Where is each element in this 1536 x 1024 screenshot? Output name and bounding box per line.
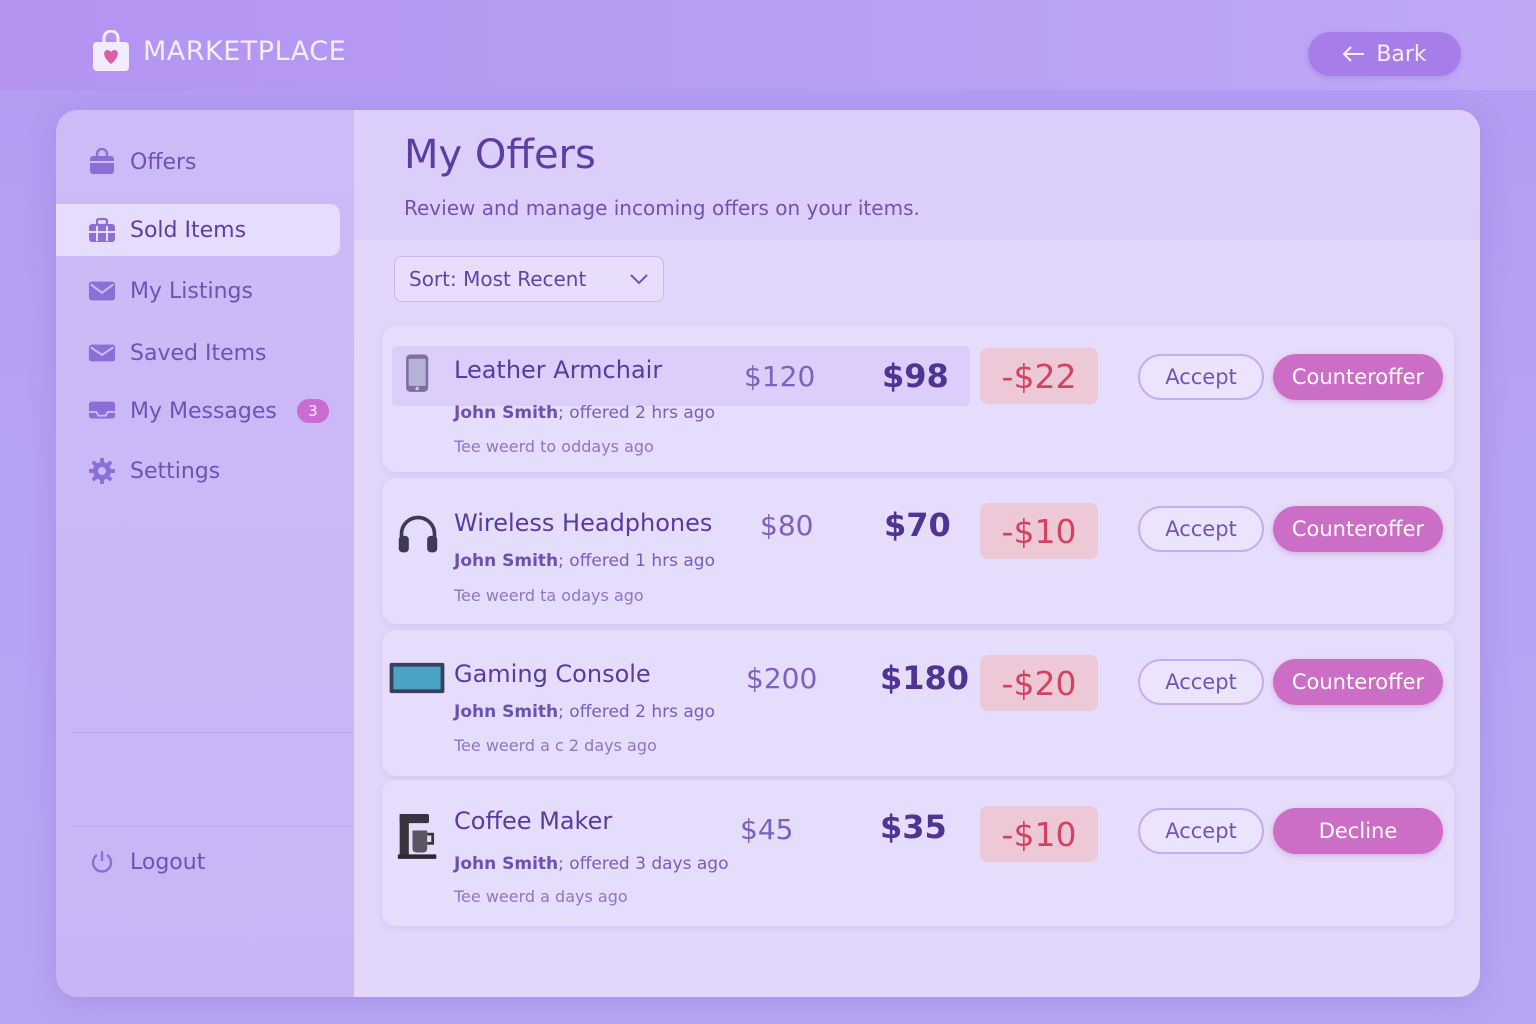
sidebar-divider: [72, 732, 352, 733]
power-icon: [88, 849, 116, 875]
sidebar-item-label: My Listings: [130, 278, 253, 304]
offer-time: ; offered 2 hrs ago: [558, 702, 715, 722]
offer-time: ; offered 3 days ago: [558, 854, 729, 874]
counteroffer-button[interactable]: Counteroffer: [1273, 659, 1443, 705]
coffee-maker-icon: [392, 810, 444, 862]
decline-button[interactable]: Decline: [1273, 808, 1443, 854]
offer-note: Tee weerd ta odays ago: [454, 586, 644, 605]
counteroffer-button[interactable]: Counteroffer: [1273, 354, 1443, 400]
offer-meta: John Smith; offered 1 hrs ago: [454, 551, 715, 571]
monitor-icon: [388, 652, 446, 704]
unread-count-badge: 3: [296, 399, 329, 423]
buyer-name: John Smith: [454, 551, 559, 571]
offer-meta: John Smith; offered 2 hrs ago: [454, 403, 715, 423]
offer-note: Tee weerd a days ago: [454, 887, 628, 906]
content-panel: Offers Sold Items My Listings Saved Item…: [56, 110, 1480, 997]
offer-price: $180: [880, 659, 970, 697]
logout-label: Logout: [130, 849, 206, 875]
back-button-label: Bark: [1376, 41, 1427, 67]
offer-item-name: Coffee Maker: [454, 807, 613, 835]
sidebar-item-label: Sold Items: [130, 217, 247, 243]
sidebar-item-my-messages[interactable]: My Messages 3: [56, 385, 340, 437]
price-difference-badge: -$20: [980, 655, 1098, 711]
offer-meta: John Smith; offered 2 hrs ago: [454, 702, 715, 722]
original-price: $45: [740, 813, 794, 846]
offer-meta: John Smith; offered 3 days ago: [454, 854, 729, 874]
headphones-icon: [392, 508, 444, 560]
app-title: MARKETPLACE: [143, 36, 347, 67]
sidebar-divider: [72, 826, 352, 827]
buyer-name: John Smith: [454, 403, 559, 423]
accept-button[interactable]: Accept: [1138, 354, 1264, 400]
offer-price: $98: [882, 357, 949, 395]
counteroffer-button[interactable]: Counteroffer: [1273, 506, 1443, 552]
offer-note: Tee weerd a c 2 days ago: [454, 736, 657, 755]
accept-button[interactable]: Accept: [1138, 808, 1264, 854]
offer-price: $35: [880, 808, 947, 846]
sidebar-item-label: Saved Items: [130, 340, 267, 366]
buyer-name: John Smith: [454, 702, 559, 722]
envelope-icon: [88, 278, 116, 304]
shopping-bag-logo-icon: [92, 29, 130, 72]
offer-card: Wireless Headphones $80 $70 -$10 John Sm…: [382, 478, 1454, 624]
price-difference-badge: -$22: [980, 348, 1098, 404]
offer-price: $70: [884, 506, 951, 544]
sort-dropdown[interactable]: Sort: Most Recent: [394, 256, 664, 302]
sidebar-item-saved-items[interactable]: Saved Items: [56, 327, 340, 379]
sidebar-item-label: My Messages: [130, 398, 277, 424]
page-header: My Offers Review and manage incoming off…: [354, 110, 1480, 240]
chevron-down-icon: [630, 274, 648, 285]
page-title: My Offers: [404, 132, 596, 178]
buyer-name: John Smith: [454, 854, 559, 874]
offer-item-name: Wireless Headphones: [454, 509, 713, 537]
original-price: $200: [746, 662, 818, 695]
logout-button[interactable]: Logout: [56, 836, 340, 888]
offer-card: Coffee Maker $45 $35 -$10 John Smith; of…: [382, 780, 1454, 926]
offer-item-name: Gaming Console: [454, 660, 651, 688]
sidebar-item-label: Offers: [130, 149, 197, 175]
offer-time: ; offered 2 hrs ago: [558, 403, 715, 423]
page-subtitle: Review and manage incoming offers on you…: [404, 196, 920, 220]
accept-button[interactable]: Accept: [1138, 659, 1264, 705]
original-price: $80: [760, 509, 814, 542]
price-difference-badge: -$10: [980, 806, 1098, 862]
offer-card: Leather Armchair $120 $98 -$22 John Smit…: [382, 326, 1454, 472]
shopping-bag-icon: [88, 148, 116, 175]
envelope-icon: [88, 340, 116, 366]
briefcase-icon: [88, 217, 116, 243]
original-price: $120: [744, 360, 816, 393]
back-button[interactable]: Bark: [1308, 32, 1461, 76]
phone-icon: [392, 348, 444, 400]
inbox-icon: [88, 398, 116, 424]
sidebar-item-sold-items[interactable]: Sold Items: [56, 204, 340, 256]
sort-dropdown-label: Sort: Most Recent: [409, 267, 587, 291]
sidebar-item-settings[interactable]: Settings: [56, 445, 340, 497]
arrow-left-icon: [1342, 46, 1365, 62]
offer-note: Tee weerd to oddays ago: [454, 437, 654, 456]
main-content: My Offers Review and manage incoming off…: [354, 110, 1480, 997]
price-difference-badge: -$10: [980, 503, 1098, 559]
offer-item-name: Leather Armchair: [454, 356, 663, 384]
sidebar: Offers Sold Items My Listings Saved Item…: [56, 110, 354, 997]
sidebar-item-offers[interactable]: Offers: [56, 136, 340, 188]
offer-time: ; offered 1 hrs ago: [558, 551, 715, 571]
sidebar-item-label: Settings: [130, 458, 221, 484]
top-bar: MARKETPLACE Bark: [0, 0, 1536, 90]
offer-card: Gaming Console $200 $180 -$20 John Smith…: [382, 630, 1454, 776]
accept-button[interactable]: Accept: [1138, 506, 1264, 552]
sidebar-item-my-listings[interactable]: My Listings: [56, 265, 340, 317]
gear-icon: [88, 458, 116, 484]
